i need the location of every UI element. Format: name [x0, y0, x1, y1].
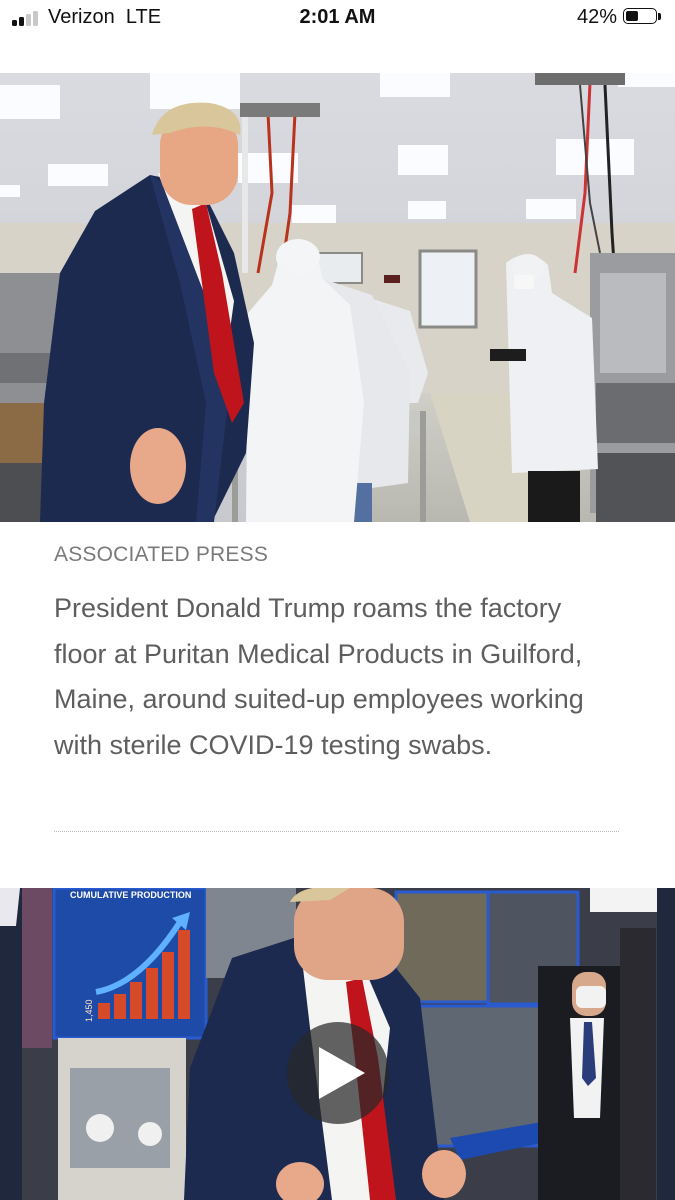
video-play-button[interactable] — [287, 1022, 389, 1124]
factory-photo-illustration — [0, 73, 675, 522]
status-time: 2:01 AM — [299, 6, 376, 28]
poster-chart-value: 1,450 — [84, 999, 94, 1022]
article-photo-factory-floor[interactable] — [0, 73, 675, 522]
play-icon — [319, 1047, 365, 1099]
status-bar: Verizon LTE 2:01 AM 42% — [0, 0, 675, 38]
battery-icon — [623, 8, 663, 26]
photo-caption: President Donald Trump roams the factory… — [54, 593, 584, 760]
photo-credit: ASSOCIATED PRESS — [54, 543, 269, 566]
battery-percentage: 42% — [576, 6, 617, 28]
poster-chart-title: CUMULATIVE PRODUCTION — [70, 890, 191, 900]
section-divider — [54, 831, 619, 832]
